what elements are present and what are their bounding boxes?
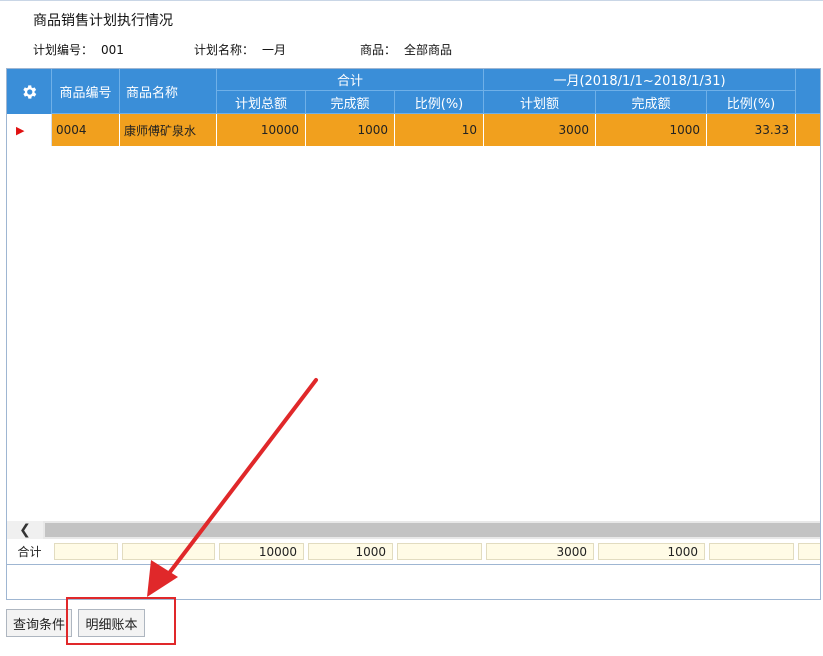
- page-title: 商品销售计划执行情况: [33, 13, 173, 29]
- plan-name-label: 计划名称：: [194, 43, 255, 57]
- plan-no-label: 计划编号：: [33, 43, 94, 57]
- total-cell-total-ratio: [397, 543, 482, 560]
- grid-settings-button[interactable]: [7, 69, 52, 114]
- col-group-total: 合计: [217, 69, 484, 91]
- plan-name-value: 一月: [262, 43, 287, 57]
- plan-no-value: 001: [101, 43, 124, 57]
- horizontal-scrollbar[interactable]: ❮: [7, 521, 820, 539]
- col-header-next: [796, 69, 820, 114]
- cell-month-ratio[interactable]: 33.33: [707, 114, 796, 146]
- total-cell-total-plan: 10000: [219, 543, 304, 560]
- gear-icon: [23, 84, 37, 99]
- cell-month-plan[interactable]: 3000: [484, 114, 596, 146]
- col-group-month: 一月(2018/1/1~2018/1/31): [484, 69, 796, 91]
- col-header-name[interactable]: 商品名称: [120, 69, 217, 114]
- query-conditions-button[interactable]: 查询条件: [6, 609, 72, 637]
- col-header-month-done[interactable]: 完成额: [596, 91, 707, 114]
- total-cell-code: [54, 543, 118, 560]
- plan-no-field: 计划编号： 001: [33, 41, 124, 58]
- col-header-month-plan[interactable]: 计划额: [484, 91, 596, 114]
- cell-total-done[interactable]: 1000: [306, 114, 395, 146]
- col-header-total-done[interactable]: 完成额: [306, 91, 395, 114]
- total-cell-month-ratio: [709, 543, 794, 560]
- col-header-code[interactable]: 商品编号: [52, 69, 120, 114]
- divider: [7, 564, 820, 565]
- total-cell-month-done: 1000: [598, 543, 705, 560]
- scroll-left-button[interactable]: ❮: [7, 521, 43, 539]
- data-grid: 商品编号 商品名称 合计 计划总额 完成额 比例(%) 一月(2018/1/1~…: [6, 68, 821, 600]
- scrollbar-thumb[interactable]: [45, 523, 820, 537]
- total-cell-total-done: 1000: [308, 543, 393, 560]
- totals-label: 合计: [17, 544, 42, 559]
- col-header-total-ratio[interactable]: 比例(%): [395, 91, 484, 114]
- col-header-total-plan[interactable]: 计划总额: [217, 91, 306, 114]
- cell-month-done[interactable]: 1000: [596, 114, 707, 146]
- product-label: 商品：: [360, 43, 397, 57]
- plan-name-field: 计划名称： 一月: [194, 41, 286, 58]
- total-cell-month-plan: 3000: [486, 543, 594, 560]
- cell-code[interactable]: 0004: [52, 114, 120, 146]
- chevron-left-icon: ❮: [19, 522, 31, 538]
- col-header-month-ratio[interactable]: 比例(%): [707, 91, 796, 114]
- totals-row: 合计 10000 1000 3000 1000: [7, 541, 820, 561]
- product-field: 商品： 全部商品: [360, 41, 452, 58]
- table-row[interactable]: ▶ 0004 康师傅矿泉水 10000 1000 10 3000 1000 33…: [7, 114, 820, 146]
- total-cell-name: [122, 543, 215, 560]
- top-border: [0, 0, 823, 1]
- row-indicator-icon: ▶: [7, 114, 52, 146]
- cell-next[interactable]: [796, 114, 820, 146]
- cell-total-plan[interactable]: 10000: [217, 114, 306, 146]
- cell-total-ratio[interactable]: 10: [395, 114, 484, 146]
- cell-name[interactable]: 康师傅矿泉水: [120, 114, 217, 146]
- annotation-highlight-box: [66, 597, 176, 645]
- total-cell-next: [798, 543, 820, 560]
- product-value: 全部商品: [404, 43, 453, 57]
